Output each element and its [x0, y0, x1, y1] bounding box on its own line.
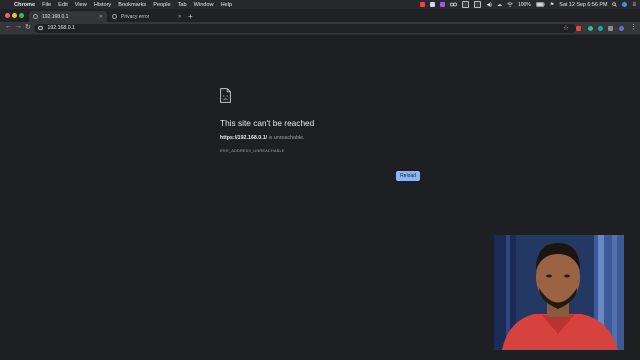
menu-bookmarks[interactable]: Bookmarks — [118, 2, 146, 8]
battery-icon[interactable] — [535, 2, 545, 7]
tab-title: Privacy error — [121, 13, 150, 20]
extension-icon[interactable] — [598, 25, 603, 31]
more-menu-icon[interactable]: ⋮ — [630, 23, 637, 31]
menu-people[interactable]: People — [153, 2, 170, 8]
tab-title: 192.168.0.1 — [42, 13, 69, 20]
extension-icon[interactable] — [576, 25, 581, 31]
status-app-icon[interactable] — [430, 2, 436, 7]
reload-icon[interactable]: ↻ — [25, 23, 31, 31]
star-icon[interactable]: ☆ — [563, 24, 569, 32]
presenter-video — [494, 235, 624, 350]
menu-bar: Chrome File Edit View History Bookmarks … — [0, 0, 640, 9]
volume-icon[interactable]: ◀) — [486, 2, 492, 8]
tab-privacy-error[interactable]: Privacy error ✕ — [108, 11, 186, 22]
status-app-icon[interactable] — [420, 2, 426, 7]
flag-icon[interactable]: ⚑ — [550, 2, 554, 8]
forward-arrow-icon[interactable]: → — [15, 23, 22, 30]
menu-help[interactable]: Help — [221, 2, 233, 8]
status-app-icon[interactable] — [462, 1, 470, 8]
error-host: https://192.168.0.1/ — [220, 135, 268, 141]
minimize-window-button[interactable] — [12, 13, 17, 18]
close-tab-icon[interactable]: ✕ — [178, 14, 182, 20]
menu-window[interactable]: Window — [194, 2, 214, 8]
globe-icon — [33, 14, 38, 19]
error-title: This site can't be reached — [220, 118, 315, 128]
close-tab-icon[interactable]: ✕ — [99, 14, 103, 20]
cloud-icon[interactable]: ☁ — [497, 2, 502, 8]
search-icon[interactable] — [612, 2, 618, 7]
tab-active[interactable]: 192.168.0.1 ✕ — [29, 11, 107, 22]
status-app-icon[interactable] — [474, 1, 482, 8]
sad-document-icon — [220, 88, 231, 103]
status-area: ◀) ☁ 100% ⚑ Sat 12 Sep 6:56 PM ≡ — [420, 0, 636, 9]
webcam-overlay — [494, 235, 624, 350]
error-message: is unreachable. — [267, 135, 305, 141]
reload-button[interactable]: Reload — [396, 171, 420, 181]
close-window-button[interactable] — [5, 13, 10, 18]
browser-toolbar: ← → ↻ 192.168.0.1 ☆ ⋮ — [0, 22, 640, 35]
error-code: ERR_ADDRESS_UNREACHABLE — [220, 148, 285, 153]
menu-edit[interactable]: Edit — [58, 2, 68, 8]
address-bar[interactable]: 192.168.0.1 — [34, 23, 576, 33]
globe-icon — [112, 14, 117, 19]
info-icon[interactable] — [38, 25, 43, 31]
puzzle-icon[interactable] — [608, 25, 613, 31]
extension-icon[interactable] — [588, 25, 593, 31]
user-avatar[interactable] — [622, 2, 628, 7]
menu-file[interactable]: File — [42, 2, 51, 8]
link-icon[interactable] — [450, 2, 458, 7]
battery-percent: 100% — [517, 1, 531, 8]
menu-history[interactable]: History — [94, 2, 111, 8]
tab-strip: 192.168.0.1 ✕ Privacy error ✕ + — [0, 9, 640, 22]
menu-list-icon[interactable]: ≡ — [632, 2, 636, 8]
url-text[interactable]: 192.168.0.1 — [48, 25, 75, 31]
wifi-icon[interactable] — [507, 2, 513, 7]
zoom-window-button[interactable] — [19, 13, 24, 18]
menu-tab[interactable]: Tab — [178, 2, 187, 8]
menu-view[interactable]: View — [75, 2, 87, 8]
profile-avatar[interactable] — [619, 25, 624, 31]
status-app-icon[interactable] — [440, 2, 446, 7]
clock[interactable]: Sat 12 Sep 6:56 PM — [559, 2, 607, 8]
error-detail: https://192.168.0.1/ is unreachable. — [220, 135, 305, 141]
back-arrow-icon[interactable]: ← — [5, 23, 12, 30]
new-tab-button[interactable]: + — [188, 12, 193, 21]
menu-app-name[interactable]: Chrome — [14, 2, 35, 8]
